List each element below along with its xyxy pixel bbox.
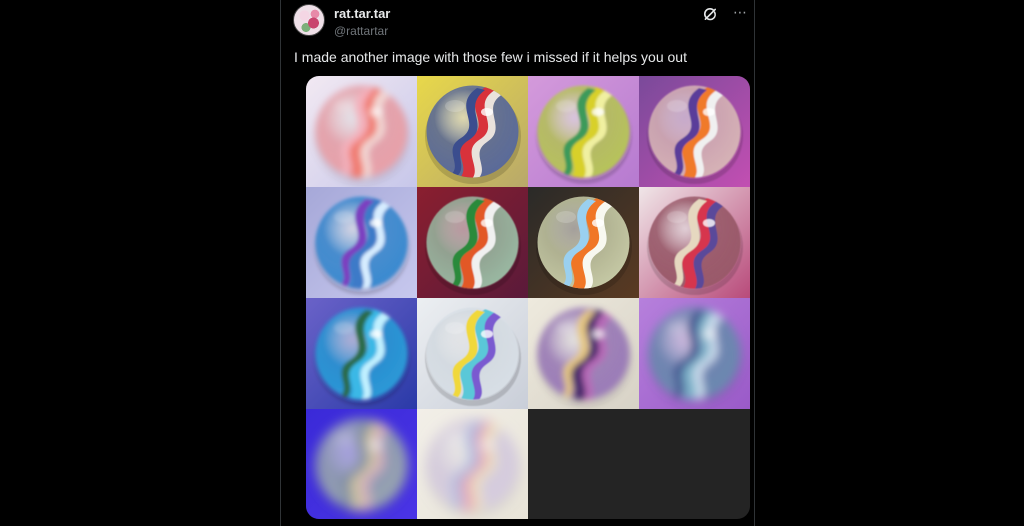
marble-tile [306,76,417,187]
author-handle[interactable]: @rattartar [334,24,388,38]
marble-tile [417,187,528,298]
avatar[interactable] [293,4,325,36]
marble-tile [417,298,528,409]
marble-tile [306,298,417,409]
marble-tile [417,76,528,187]
marble-tile [306,187,417,298]
media-grid-image[interactable] [306,76,750,519]
x-timeline-page: rat.tar.tar @rattartar ⋯ I made another … [0,0,1024,526]
marble-tile [306,409,417,519]
marble-tile [639,298,750,409]
marble-tile [417,409,528,519]
marble-tile [528,298,639,409]
post-column: rat.tar.tar @rattartar ⋯ I made another … [280,0,755,526]
marble-tile [528,187,639,298]
marble-tile [639,76,750,187]
more-icon[interactable]: ⋯ [733,4,747,20]
grok-icon[interactable] [702,6,718,22]
author-display-name[interactable]: rat.tar.tar [334,6,390,21]
marble-tile [528,76,639,187]
post-text: I made another image with those few i mi… [294,49,687,65]
marble-tile [639,187,750,298]
